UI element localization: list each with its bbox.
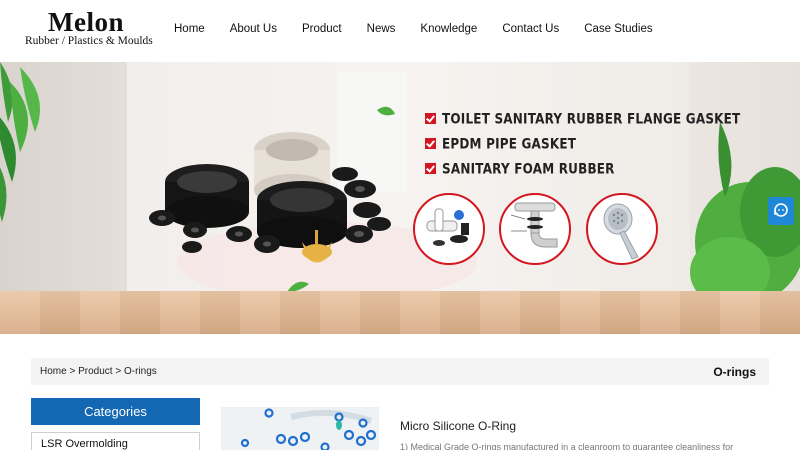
nav-case-studies[interactable]: Case Studies bbox=[584, 23, 652, 35]
page-title: O-rings bbox=[713, 365, 756, 379]
o-ring-photo bbox=[221, 407, 379, 450]
chat-icon bbox=[774, 203, 788, 217]
breadcrumb-separator: > bbox=[69, 366, 76, 377]
nav-contact-us[interactable]: Contact Us bbox=[502, 23, 559, 35]
red-check-icon bbox=[425, 113, 436, 124]
product-description: 1) Medical Grade O-rings manufactured in… bbox=[400, 442, 734, 450]
nav-knowledge[interactable]: Knowledge bbox=[420, 23, 477, 35]
toilet-valve-image bbox=[413, 193, 485, 265]
logo-tagline: Rubber / Plastics & Moulds bbox=[25, 35, 153, 47]
product-thumbnail[interactable] bbox=[221, 407, 379, 450]
breadcrumb: Home > Product > O-rings bbox=[40, 366, 157, 377]
product-title[interactable]: Micro Silicone O-Ring bbox=[400, 419, 516, 433]
red-check-icon bbox=[425, 138, 436, 149]
logo-wordmark: Melon bbox=[48, 7, 124, 37]
category-item-lsr-overmolding[interactable]: LSR Overmolding bbox=[31, 432, 200, 450]
main-nav: Home About Us Product News Knowledge Con… bbox=[162, 23, 666, 35]
breadcrumb-home[interactable]: Home bbox=[40, 366, 67, 377]
nav-product[interactable]: Product bbox=[302, 23, 342, 35]
breadcrumb-product[interactable]: Product bbox=[78, 366, 112, 377]
breadcrumb-bar: Home > Product > O-rings O-rings bbox=[31, 358, 769, 385]
wooden-shelf bbox=[0, 291, 800, 334]
nav-news[interactable]: News bbox=[367, 23, 396, 35]
pipe-diagram-image bbox=[499, 193, 571, 265]
breadcrumb-current[interactable]: O-rings bbox=[124, 366, 157, 377]
plant-decoration-left bbox=[0, 62, 40, 222]
site-header: Melon Rubber / Plastics & Moulds Home Ab… bbox=[0, 0, 800, 62]
shower-head-image bbox=[586, 193, 658, 265]
hero-banner[interactable]: TOILET SANITARY RUBBER FLANGE GASKET EPD… bbox=[0, 62, 800, 334]
nav-about-us[interactable]: About Us bbox=[230, 23, 277, 35]
nav-home[interactable]: Home bbox=[174, 23, 205, 35]
red-check-icon bbox=[425, 163, 436, 174]
chat-widget-button[interactable] bbox=[768, 197, 794, 225]
site-logo[interactable]: Melon Rubber / Plastics & Moulds bbox=[22, 7, 157, 49]
breadcrumb-separator: > bbox=[115, 366, 122, 377]
categories-heading: Categories bbox=[31, 398, 200, 425]
